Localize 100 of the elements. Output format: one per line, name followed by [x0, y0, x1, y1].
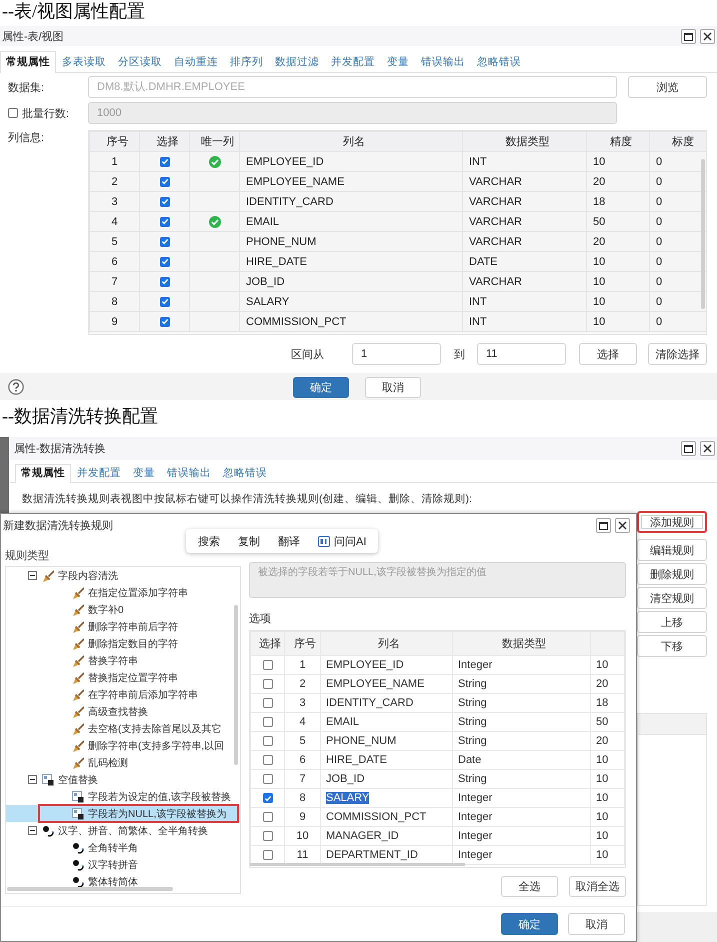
checkbox[interactable]: [262, 660, 272, 670]
checkbox[interactable]: [160, 156, 170, 167]
select-all-button[interactable]: 全选: [501, 876, 558, 897]
checkbox[interactable]: [262, 717, 272, 728]
scrollbar[interactable]: [234, 605, 238, 765]
column-header[interactable]: 唯一列: [190, 132, 240, 152]
tree-item[interactable]: 乱码检测: [6, 754, 240, 771]
deselect-all-button[interactable]: 取消全选: [569, 876, 626, 897]
collapse-icon[interactable]: [28, 571, 37, 580]
collapse-icon[interactable]: [28, 775, 37, 784]
tree-item[interactable]: 替换字符串: [6, 652, 240, 669]
checkbox[interactable]: [160, 176, 170, 187]
maximize-button[interactable]: [681, 441, 696, 456]
toolbar-label[interactable]: 问问AI: [334, 534, 366, 548]
tree-item[interactable]: 去空格(支持去除首尾以及其它: [6, 720, 240, 737]
checkbox[interactable]: [262, 736, 272, 746]
range-from-field[interactable]: 1: [352, 343, 441, 365]
tab[interactable]: 排序列: [224, 51, 269, 72]
column-header[interactable]: 序号: [90, 132, 140, 152]
checkbox[interactable]: [262, 755, 272, 766]
tree-item[interactable]: 汉字、拼音、简繁体、全半角转换: [6, 822, 240, 839]
ok-button[interactable]: 确定: [293, 377, 349, 398]
column-header[interactable]: 列名: [240, 132, 462, 152]
column-header[interactable]: 精度: [586, 132, 650, 152]
tree-item[interactable]: 字段若为设定的值,该字段被替换: [6, 788, 240, 805]
tab[interactable]: 变量: [127, 464, 161, 482]
column-header[interactable]: 选择: [250, 632, 284, 656]
tab[interactable]: 常规属性: [15, 464, 71, 483]
checkbox[interactable]: [160, 196, 170, 207]
clear-selection-button[interactable]: 清除选择: [648, 343, 707, 365]
tree-item[interactable]: 在字符串前后添加字符串: [6, 686, 240, 703]
checkbox[interactable]: [262, 850, 272, 860]
tab[interactable]: 忽略错误: [471, 51, 527, 72]
rule-button[interactable]: 下移: [637, 635, 707, 657]
maximize-button[interactable]: [596, 518, 611, 532]
rule-button[interactable]: 上移: [637, 611, 707, 633]
tree-item[interactable]: 在指定位置添加字符串: [6, 584, 240, 601]
cancel-button[interactable]: 取消: [365, 377, 421, 398]
column-header[interactable]: 标度: [650, 132, 706, 152]
help-icon[interactable]: [8, 378, 24, 394]
checkbox[interactable]: [262, 774, 272, 784]
column-header[interactable]: 列名: [320, 632, 452, 656]
tree-item[interactable]: 空值替换: [6, 771, 240, 788]
checkbox[interactable]: [160, 276, 170, 287]
checkbox[interactable]: [262, 831, 272, 842]
tree-item[interactable]: 数字补0: [6, 601, 240, 618]
close-button[interactable]: [615, 518, 630, 532]
tree-item[interactable]: 繁体转简体: [6, 873, 240, 890]
range-to-field[interactable]: 11: [477, 343, 566, 365]
tab[interactable]: 并发配置: [325, 51, 381, 72]
column-header[interactable]: 数据类型: [462, 132, 586, 152]
tab[interactable]: 并发配置: [71, 464, 127, 482]
checkbox[interactable]: [262, 793, 272, 804]
select-button[interactable]: 选择: [579, 343, 637, 365]
tree-item[interactable]: 删除指定数目的字符: [6, 635, 240, 652]
ai-icon[interactable]: [318, 536, 330, 546]
tree-item[interactable]: 字段若为NULL,该字段被替换为: [6, 805, 240, 822]
tab[interactable]: 分区读取: [112, 51, 168, 72]
rule-button[interactable]: 删除规则: [637, 563, 707, 585]
tree-item[interactable]: 高级查找替换: [6, 703, 240, 720]
rule-button[interactable]: 编辑规则: [637, 539, 707, 561]
tree-item[interactable]: 全角转半角: [6, 839, 240, 856]
tree-item[interactable]: 汉字转拼音: [6, 856, 240, 873]
tab[interactable]: 常规属性: [0, 51, 56, 73]
tab[interactable]: 错误输出: [415, 51, 471, 72]
checkbox[interactable]: [160, 216, 170, 227]
checkbox[interactable]: [160, 316, 170, 327]
tab[interactable]: 数据过滤: [269, 51, 325, 72]
tab[interactable]: 错误输出: [161, 464, 217, 482]
tree-item[interactable]: 删除字符串前后字符: [6, 618, 240, 635]
tab[interactable]: 自动重连: [168, 51, 224, 72]
browse-button[interactable]: 浏览: [628, 76, 707, 98]
tree-item[interactable]: 替换指定位置字符串: [6, 669, 240, 686]
checkbox[interactable]: [160, 256, 170, 267]
checkbox[interactable]: [262, 698, 272, 708]
toolbar-item[interactable]: 复制: [238, 534, 260, 548]
checkbox[interactable]: [262, 812, 272, 822]
checkbox[interactable]: [160, 236, 170, 247]
column-header[interactable]: 选择: [140, 132, 190, 152]
tab[interactable]: 多表读取: [56, 51, 112, 72]
close-button[interactable]: [700, 28, 715, 44]
tab[interactable]: 变量: [381, 51, 415, 72]
close-button[interactable]: [700, 441, 715, 456]
toolbar-item[interactable]: 翻译: [278, 534, 300, 548]
tree-item[interactable]: 字段内容清洗: [6, 567, 240, 584]
cancel-button[interactable]: 取消: [568, 913, 625, 935]
toolbar-item[interactable]: 搜索: [198, 534, 220, 548]
checkbox[interactable]: [160, 296, 170, 307]
column-header[interactable]: 数据类型: [452, 632, 590, 656]
maximize-button[interactable]: [681, 28, 696, 44]
tab[interactable]: 忽略错误: [217, 464, 273, 482]
checkbox[interactable]: [262, 679, 272, 690]
column-header[interactable]: 序号: [284, 632, 320, 656]
ok-button[interactable]: 确定: [501, 913, 558, 935]
scrollbar[interactable]: [7, 887, 173, 891]
collapse-icon[interactable]: [28, 826, 37, 835]
rule-button[interactable]: 清空规则: [637, 587, 707, 609]
tree-item-label: 汉字、拼音、简繁体、全半角转换: [58, 824, 208, 838]
rule-button[interactable]: 添加规则: [637, 511, 707, 533]
tree-item[interactable]: 删除字符串(支持多字符串,以回: [6, 737, 240, 754]
